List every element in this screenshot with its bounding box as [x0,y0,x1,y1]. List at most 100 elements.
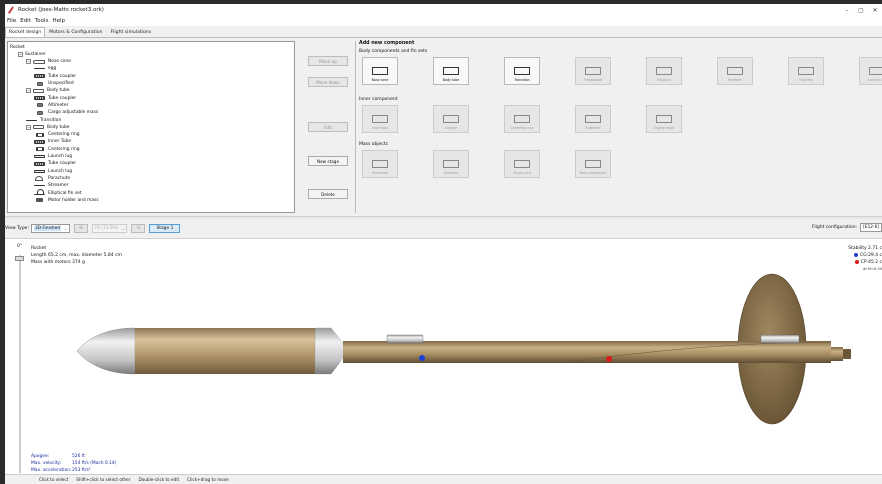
tree-item[interactable]: − Body tube [26,124,69,130]
tree-item[interactable]: Altimeter [34,102,68,108]
add-inner-tube-button[interactable]: Inner tube [362,105,398,133]
delete-button[interactable]: Delete [308,189,348,199]
menu-edit[interactable]: Edit [20,18,31,24]
lug-component-icon [34,169,45,173]
zoom-in-button[interactable]: ⊕ [74,223,89,233]
add-launch-lug-button[interactable]: Launch lug [859,57,882,85]
menu-tools[interactable]: Tools [35,18,49,24]
main-tabs: Rocket design Motors & Configuration Fli… [5,27,882,38]
tree-item[interactable]: Unspecified [34,81,74,87]
cg-value: CG:29.4 c [859,253,882,258]
add-freeform-button[interactable]: Freeform [717,57,753,85]
add-shock-cord-button[interactable]: Shock cord [504,150,540,178]
tree-item[interactable]: Motor holder and mass [34,197,99,203]
add-mass-component-button[interactable]: Mass component [575,150,611,178]
tab-rocket-design[interactable]: Rocket design [5,27,46,37]
cg-marker [419,355,425,361]
panel-splitter[interactable] [5,216,882,219]
view-type-select[interactable]: 3D Finished ⌵ [30,223,71,233]
mass-objects-label: Mass objects [359,142,388,147]
tree-item[interactable]: Tube coupler [34,73,76,79]
engine-block-icon [656,114,672,123]
transition-icon [514,66,530,75]
add-streamer-button[interactable]: Streamer [433,150,469,178]
menu-help[interactable]: Help [52,18,65,24]
component-tree[interactable]: Rocket − Sustainer − Nose cone egg Tube couple… [7,41,295,213]
tree-item-label: Nose cone [48,59,71,65]
add-body-tube-button[interactable]: Body tube [433,57,469,85]
add-tube-fins-button[interactable]: Tube fins [788,57,824,85]
cp-marker [606,356,612,362]
tab-motors-configuration[interactable]: Motors & Configuration [45,27,106,37]
rocket-mass: Mass with motors 374 g [31,260,85,265]
add-engine-block-button[interactable]: Engine block [646,105,682,133]
menu-file[interactable]: File [7,18,16,24]
tree-item[interactable]: Rocket [10,44,25,50]
zoom-select[interactable]: Fit (71.9%) ⌵ [92,223,128,233]
body-components-label: Body components and fin sets [359,49,428,54]
stage-1-toggle[interactable]: Stage 1 [149,223,181,233]
tree-item[interactable]: Transition [26,117,61,123]
tree-item[interactable]: Launch lug [34,154,72,160]
component-button-label: Inner tube [371,125,389,130]
flight-config-select[interactable]: [E12-6] [860,223,882,232]
cg-readout: CG:29.4 c [848,252,882,259]
tree-item[interactable]: − Nose cone [26,59,71,65]
add-centering-ring-button[interactable]: Centering ring [504,105,540,133]
add-trapezoidal-button[interactable]: Trapezoidal [575,57,611,85]
tab-flight-simulations[interactable]: Flight simulations [106,27,155,37]
tree-item[interactable]: Cargo adjustable mass [34,110,98,116]
add-elliptical-button[interactable]: Elliptical [646,57,682,85]
coupler-component-icon [34,74,45,79]
stability-info: Stability 2.71 c CG:29.4 c CP:45.2 c at … [848,245,882,273]
move-up-button[interactable]: Move up [308,56,348,66]
motor-end [843,349,851,359]
move-down-button[interactable]: Move down [308,77,348,87]
design-top-area: Rocket − Sustainer − Nose cone egg Tube couple… [5,38,882,216]
tree-collapse-icon[interactable]: − [26,124,31,130]
add-transition-button[interactable]: Transition [504,57,540,85]
mach-value: at M=0.30 [863,267,882,271]
apogee-row: Apogee: 526 ft [31,453,85,460]
tube-component-icon [33,125,44,130]
add-nose-cone-button[interactable]: Nose cone [362,57,398,85]
maximize-button[interactable]: ▢ [854,4,868,16]
tree-item[interactable]: Tube coupler [34,95,76,101]
component-button-label: Freeform [727,77,743,82]
rocket-figure[interactable]: 0° Rocket Length 65.2 cm, max. diameter … [5,238,882,476]
tree-item[interactable]: − Sustainer [18,51,46,57]
add-bulkhead-button[interactable]: Bulkhead [575,105,611,133]
tree-item[interactable]: egg [34,66,56,72]
max-velocity-row: Max. velocity: 154 ft/s (Mach 0.14) [31,460,116,467]
tree-item[interactable]: Centering ring [34,132,80,138]
zoom-in-icon: ⊕ [78,225,84,231]
view-type-value: 3D Finished [33,225,61,231]
tree-item[interactable]: Inner Tube [34,139,71,145]
new-stage-button[interactable]: New stage [308,156,348,166]
line-component-icon [34,185,45,187]
tree-item[interactable]: − Body tube [26,88,69,94]
inner-component-label: Inner component [359,97,398,102]
tree-item[interactable]: Parachute [34,175,70,181]
tree-collapse-icon[interactable]: − [26,59,31,65]
tree-item[interactable]: Streamer [34,183,68,189]
zoom-out-button[interactable]: ⊖ [131,223,146,233]
edit-button[interactable]: Edit [308,122,348,132]
tree-item[interactable]: Tube coupler [34,161,76,167]
rotation-slider[interactable]: 0° [13,241,27,475]
close-button[interactable]: ✕ [868,4,882,16]
tree-item[interactable]: Elliptical fin set [34,189,82,196]
tree-item[interactable]: Centering ring [34,146,80,152]
minimize-button[interactable]: – [840,4,854,16]
component-button-label: Engine block [653,125,675,130]
tree-item-label: Rocket [10,44,25,50]
add-coupler-button[interactable]: Coupler [433,105,469,133]
tree-item-label: Body tube [47,88,70,94]
tree-collapse-icon[interactable]: − [26,88,31,94]
rotation-thumb[interactable] [15,256,24,261]
tree-item[interactable]: Launch lug [34,168,72,174]
add-parachute-button[interactable]: Parachute [362,150,398,178]
tree-item-label: Sustainer [25,51,46,57]
tree-collapse-icon[interactable]: − [18,51,23,57]
coupler-icon [443,114,459,123]
